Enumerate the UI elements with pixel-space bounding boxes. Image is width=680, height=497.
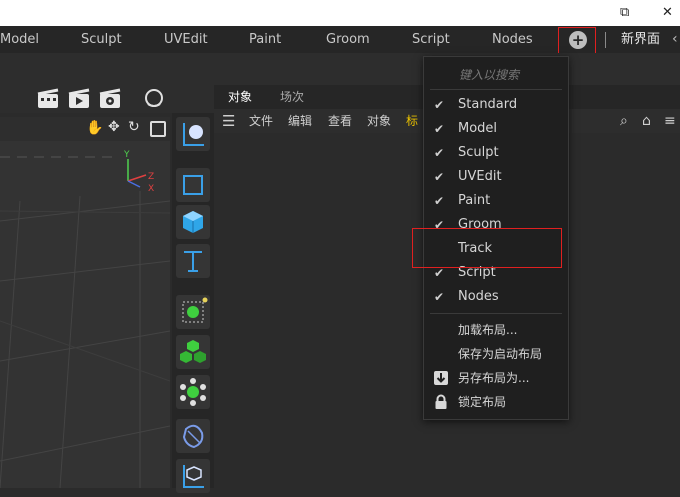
layout-option-sculpt[interactable]: ✔ Sculpt: [424, 142, 568, 164]
deformer-object-button[interactable]: [176, 419, 210, 453]
more-tabs-icon[interactable]: ‹: [672, 26, 678, 53]
dropdown-divider: [430, 89, 562, 90]
layout-tab-nodes[interactable]: Nodes: [492, 26, 533, 53]
object-palette: [172, 113, 214, 493]
tab-objects[interactable]: 对象: [228, 85, 252, 109]
menu-object[interactable]: 对象: [367, 109, 391, 133]
restore-icon[interactable]: ⧉: [620, 3, 629, 23]
text-object-button[interactable]: [176, 244, 210, 278]
viewport-header: ✋ ✥ ↻: [0, 117, 170, 141]
pan-icon[interactable]: ✋: [86, 120, 103, 136]
svg-text:X: X: [148, 184, 154, 193]
rotate-icon[interactable]: ↻: [128, 119, 140, 135]
render-icon[interactable]: [67, 88, 91, 110]
check-icon: ✔: [434, 146, 445, 160]
window-titlebar: ⧉ ✕: [0, 0, 680, 26]
render-view-icon[interactable]: [36, 88, 60, 110]
layout-option-model[interactable]: ✔ Model: [424, 118, 568, 140]
lock-layout-item[interactable]: 锁定布局: [424, 391, 568, 413]
svg-text:Y: Y: [123, 150, 130, 160]
cube-outline-button[interactable]: [176, 168, 210, 202]
layout-tab-uvedit[interactable]: UVEdit: [164, 26, 208, 53]
load-layout-item[interactable]: 加载布局...: [424, 319, 568, 341]
layout-tab-script[interactable]: Script: [412, 26, 450, 53]
layout-option-nodes[interactable]: ✔ Nodes: [424, 286, 568, 308]
layout-option-paint[interactable]: ✔ Paint: [424, 190, 568, 212]
check-icon: ✔: [434, 170, 445, 184]
filter-icon[interactable]: ≡: [664, 109, 676, 133]
check-icon: ✔: [434, 194, 445, 208]
layout-tab-sculpt[interactable]: Sculpt: [81, 26, 122, 53]
layout-option-standard[interactable]: ✔ Standard: [424, 94, 568, 116]
check-icon: ✔: [434, 122, 445, 136]
deformer-icon: [182, 424, 204, 449]
axis-gizmo: Y Z X: [123, 150, 154, 193]
menu-file[interactable]: 文件: [249, 109, 273, 133]
square-icon: [183, 175, 203, 195]
menu-edit[interactable]: 编辑: [288, 109, 312, 133]
hamburger-icon[interactable]: ☰: [222, 109, 235, 133]
download-icon: [434, 371, 448, 385]
home-icon[interactable]: ⌂: [642, 109, 651, 133]
layout-tab-model[interactable]: Model: [0, 26, 39, 53]
maximize-icon[interactable]: [150, 121, 166, 137]
tab-separator: [605, 32, 606, 48]
layout-tab-groom[interactable]: Groom: [326, 26, 370, 53]
close-icon[interactable]: ✕: [662, 3, 673, 23]
text-icon: [184, 251, 202, 272]
check-icon: ✔: [434, 290, 445, 304]
molecule-icon: [180, 378, 206, 406]
layout-option-uvedit[interactable]: ✔ UVEdit: [424, 166, 568, 188]
sculpt-mode-icon[interactable]: [142, 88, 166, 110]
tab-takes[interactable]: 场次: [280, 85, 304, 109]
search-icon[interactable]: ⌕: [620, 109, 628, 133]
spline-object-button[interactable]: [176, 295, 210, 329]
cube-button[interactable]: [176, 205, 210, 239]
lock-icon: [435, 394, 447, 409]
null-object-icon: [183, 123, 204, 146]
menu-view[interactable]: 查看: [328, 109, 352, 133]
new-layout-button[interactable]: 新界面: [621, 26, 660, 53]
null-object-button[interactable]: [176, 117, 210, 151]
render-settings-icon[interactable]: [98, 88, 122, 110]
save-layout-as-item[interactable]: 另存布局为...: [424, 367, 568, 389]
move-icon[interactable]: ✥: [108, 119, 120, 135]
spline-points-icon: [182, 297, 208, 323]
green-cubes-icon: [180, 340, 206, 363]
effector-object-button[interactable]: [176, 375, 210, 409]
viewport-grid: [0, 156, 170, 488]
3d-viewport[interactable]: Y Z X: [0, 141, 170, 488]
track-highlight-box: [412, 228, 562, 268]
layout-tab-paint[interactable]: Paint: [249, 26, 281, 53]
check-icon: ✔: [434, 98, 445, 112]
save-startup-layout-item[interactable]: 保存为启动布局: [424, 343, 568, 365]
menu-tags[interactable]: 标: [406, 109, 418, 133]
dropdown-divider: [430, 313, 562, 314]
generator-object-button[interactable]: [176, 335, 210, 369]
layout-search-input[interactable]: 键入以搜索: [459, 66, 519, 83]
svg-text:Z: Z: [148, 172, 154, 182]
cube-icon: [183, 211, 203, 233]
